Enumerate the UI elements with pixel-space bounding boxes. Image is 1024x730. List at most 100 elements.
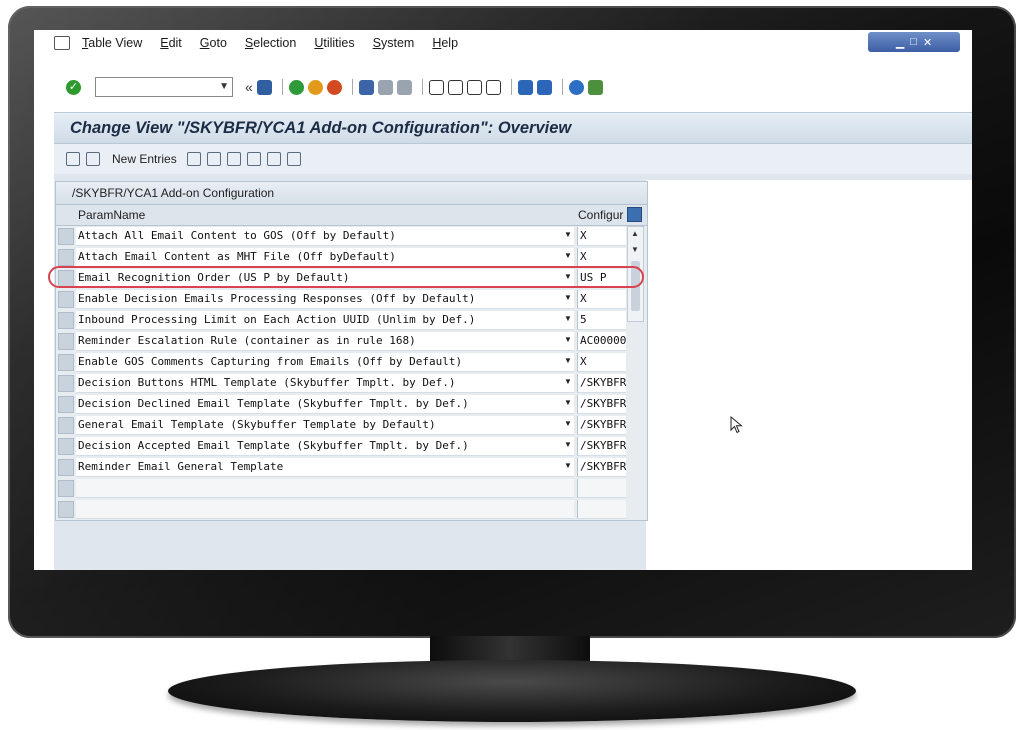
dropdown-icon[interactable]: ▼ [564,440,572,449]
config-value-cell[interactable]: /SKYBFR [577,416,626,435]
dropdown-icon[interactable]: ▼ [564,356,572,365]
config-value-cell[interactable]: /SKYBFR [577,458,626,477]
table-row[interactable]: Decision Declined Email Template (Skybuf… [56,394,647,415]
table-row[interactable]: Attach Email Content as MHT File (Off by… [56,247,647,268]
print-icon[interactable] [358,79,374,95]
dropdown-icon[interactable]: ▼ [564,272,572,281]
row-selector[interactable] [58,333,74,350]
config-value-cell[interactable]: AC00000C [577,332,626,351]
scroll-thumb[interactable] [631,261,640,311]
copy-icon[interactable] [186,152,201,166]
last-page-icon[interactable] [485,79,501,95]
row-selector[interactable] [58,438,74,455]
dropdown-icon[interactable]: ▼ [564,314,572,323]
next-page-icon[interactable] [466,79,482,95]
close-icon[interactable]: ✕ [923,36,932,49]
row-selector[interactable] [58,291,74,308]
dropdown-icon[interactable]: ▼ [564,335,572,344]
row-selector[interactable] [58,501,74,518]
dropdown-icon[interactable]: ▼ [564,398,572,407]
menu-system[interactable]: System [373,36,415,50]
previous-page-icon[interactable] [447,79,463,95]
vertical-scrollbar[interactable]: ▲ ▼ [627,226,644,322]
table-row[interactable]: Enable GOS Comments Capturing from Email… [56,352,647,373]
row-selector[interactable] [58,417,74,434]
menu-goto[interactable]: Goto [200,36,227,50]
config-value-cell[interactable]: 5 [577,311,626,330]
menu-utilities[interactable]: Utilities [314,36,354,50]
dropdown-icon[interactable]: ▼ [564,461,572,470]
config-value-cell[interactable]: X [577,248,626,267]
table-row[interactable]: Reminder Escalation Rule (container as i… [56,331,647,352]
table-row[interactable]: Reminder Email General Template ▼ /SKYBFR [56,457,647,478]
menu-help[interactable]: Help [432,36,458,50]
row-selector[interactable] [58,375,74,392]
row-selector[interactable] [58,228,74,245]
select-block-icon[interactable] [266,152,281,166]
back-arrows-icon[interactable]: « [245,79,253,95]
table-row[interactable]: General Email Template (Skybuffer Templa… [56,415,647,436]
first-page-icon[interactable] [428,79,444,95]
menu-selection[interactable]: Selection [245,36,296,50]
menu-table-view[interactable]: Table View [82,36,142,50]
menu-edit[interactable]: Edit [160,36,182,50]
maximize-icon[interactable]: □ [910,36,917,48]
row-selector[interactable] [58,312,74,329]
exit-icon[interactable] [54,36,70,50]
table-row[interactable]: Decision Accepted Email Template (Skybuf… [56,436,647,457]
dropdown-icon[interactable]: ▼ [564,377,572,386]
check-icon[interactable] [86,152,100,166]
column-header-paramname[interactable]: ParamName [78,208,145,222]
command-field[interactable]: ▼ [95,77,233,97]
row-selector[interactable] [58,396,74,413]
customize-layout-icon[interactable] [587,79,603,95]
table-row[interactable]: Inbound Processing Limit on Each Action … [56,310,647,331]
config-value-cell[interactable]: /SKYBFR [577,437,626,456]
config-value-cell[interactable]: X [577,353,626,372]
delete-icon[interactable] [206,152,221,166]
save-icon[interactable] [256,79,272,95]
help-icon[interactable] [568,79,584,95]
minimize-icon[interactable]: ▁ [896,36,904,49]
shortcut-icon[interactable] [536,79,552,95]
dropdown-icon[interactable]: ▼ [564,419,572,428]
find-icon[interactable] [377,79,393,95]
enter-check-icon[interactable]: ✓ [66,79,81,95]
scroll-down-icon[interactable]: ▼ [631,245,639,254]
undo-icon[interactable] [226,152,241,166]
config-value-cell[interactable] [577,500,626,519]
find-next-icon[interactable] [396,79,412,95]
cancel-icon[interactable] [326,79,342,95]
exit-green-icon[interactable] [307,79,323,95]
row-selector[interactable] [58,354,74,371]
table-row[interactable]: Attach All Email Content to GOS (Off by … [56,226,647,247]
back-icon[interactable] [288,79,304,95]
table-row[interactable]: Email Recognition Order (US P by Default… [56,268,647,289]
select-all-icon[interactable] [246,152,261,166]
table-row[interactable]: Decision Buttons HTML Template (Skybuffe… [56,373,647,394]
empty-row[interactable] [56,499,647,520]
config-value-cell[interactable]: /SKYBFR [577,395,626,414]
config-value-cell[interactable]: US P [577,269,626,288]
config-value-cell[interactable] [577,479,626,498]
change-display-icon[interactable] [66,152,80,166]
table-settings-icon[interactable] [627,207,642,222]
dropdown-icon[interactable]: ▼ [564,293,572,302]
scroll-up-icon[interactable]: ▲ [631,229,639,238]
dropdown-icon[interactable]: ▼ [564,230,572,239]
config-value-cell[interactable]: X [577,290,626,309]
row-selector[interactable] [58,459,74,476]
table-row[interactable]: Enable Decision Emails Processing Respon… [56,289,647,310]
new-session-icon[interactable] [517,79,533,95]
deselect-all-icon[interactable] [286,152,301,166]
dropdown-icon[interactable]: ▼ [564,251,572,260]
chevron-down-icon[interactable]: ▼ [219,81,229,92]
empty-row[interactable] [56,478,647,499]
config-value-cell[interactable]: /SKYBFR [577,374,626,393]
row-selector[interactable] [58,270,74,287]
column-header-configuration[interactable]: Configur [578,208,624,222]
new-entries-button[interactable]: New Entries [112,152,177,166]
row-selector[interactable] [58,249,74,266]
config-value-cell[interactable]: X [577,227,626,246]
row-selector[interactable] [58,480,74,497]
